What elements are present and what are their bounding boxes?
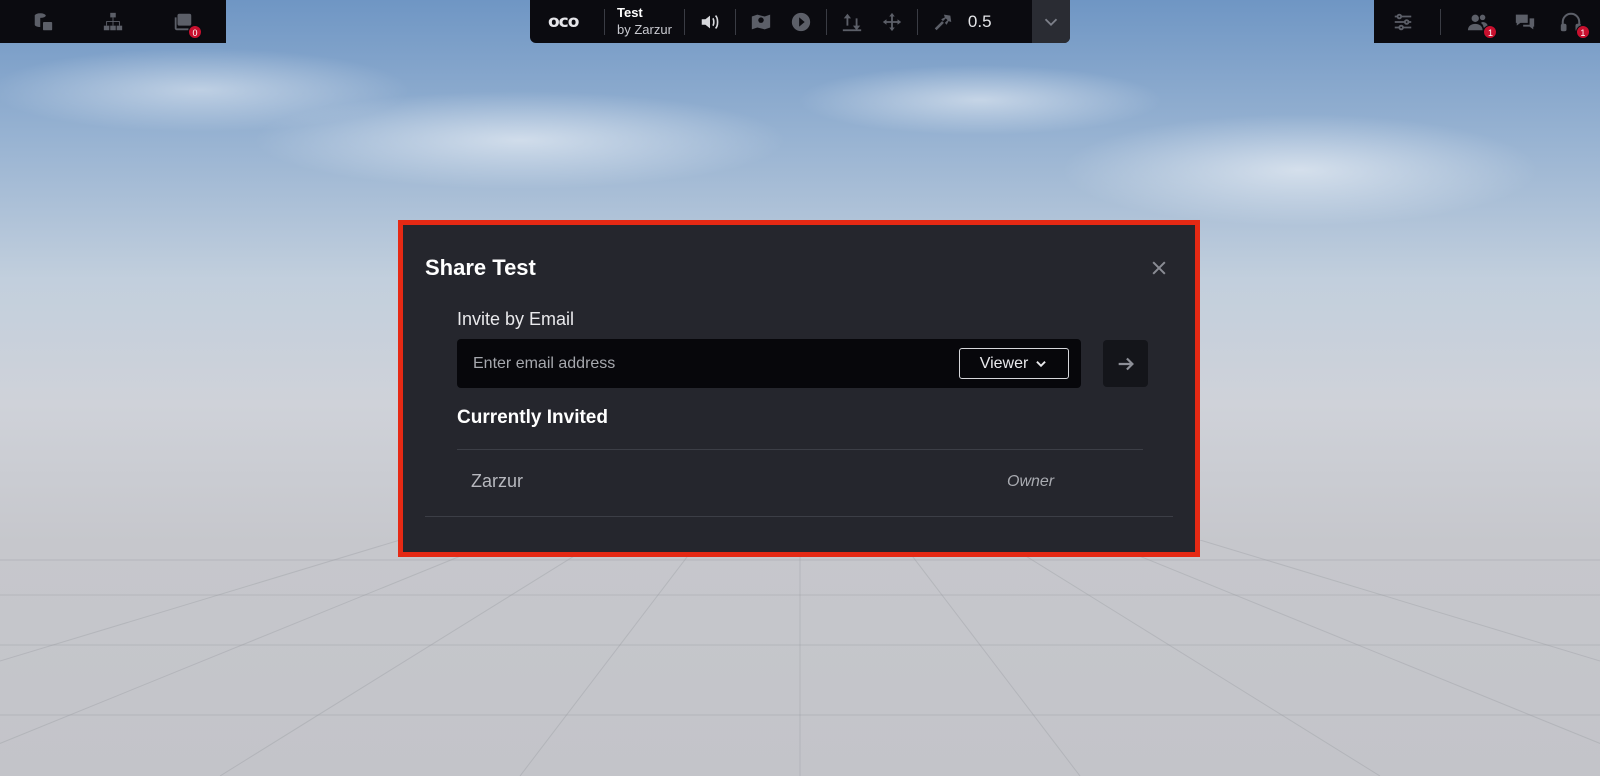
- modal-title: Share Test: [425, 255, 536, 280]
- layers-icon[interactable]: 0: [170, 9, 202, 39]
- users-count-badge: 1: [1483, 24, 1498, 39]
- invitee-role: Owner: [1007, 473, 1055, 490]
- role-select[interactable]: Viewer: [959, 348, 1069, 379]
- chevron-down-icon: [1038, 9, 1064, 35]
- fly-speed-value: 0.5: [967, 11, 992, 31]
- floor-grid: [0, 540, 1600, 776]
- divider-line: [425, 516, 1173, 517]
- toolbar-divider: [1440, 8, 1442, 35]
- settings-sliders-icon[interactable]: [1390, 9, 1416, 35]
- currently-invited-heading: Currently Invited: [457, 407, 608, 428]
- scene-author: by Zarzur: [617, 21, 672, 37]
- email-input-container: Viewer: [457, 339, 1081, 388]
- volume-icon[interactable]: [697, 9, 723, 35]
- invite-by-email-label: Invite by Email: [457, 309, 575, 329]
- hierarchy-icon[interactable]: [100, 9, 126, 35]
- app-logo[interactable]: oco: [548, 12, 592, 32]
- move-icon[interactable]: [879, 9, 905, 35]
- send-invite-button[interactable]: [1103, 340, 1148, 387]
- scene-title-block: Test by Zarzur: [617, 5, 672, 38]
- arrow-right-icon: [1115, 353, 1137, 375]
- invitee-name: Zarzur: [471, 471, 524, 491]
- headphones-icon[interactable]: 1: [1558, 9, 1590, 39]
- toolbar-dropdown-button[interactable]: [1032, 0, 1070, 43]
- toolbar-divider: [916, 8, 918, 35]
- share-modal: Share Test Invite by Email Viewer Curren…: [398, 220, 1200, 557]
- divider-line: [457, 449, 1143, 450]
- vertical-move-icon[interactable]: [839, 9, 865, 35]
- fly-speed-icon[interactable]: [930, 9, 956, 35]
- right-toolbar: 1 1: [1374, 0, 1600, 43]
- toolbar-divider: [825, 8, 827, 35]
- play-icon[interactable]: [788, 9, 814, 35]
- center-toolbar: oco Test by Zarzur 0.5: [530, 0, 1070, 43]
- role-select-value: Viewer: [979, 354, 1029, 372]
- scene-title: Test: [617, 5, 643, 21]
- map-icon[interactable]: [748, 9, 774, 35]
- layers-count-badge: 0: [188, 24, 202, 39]
- close-icon: [1149, 258, 1169, 278]
- left-toolbar: 0: [0, 0, 226, 43]
- toolbar-divider: [604, 8, 605, 35]
- scene-assets-icon[interactable]: [30, 9, 56, 35]
- close-button[interactable]: [1147, 256, 1171, 280]
- chat-icon[interactable]: [1512, 9, 1538, 35]
- audio-count-badge: 1: [1575, 24, 1590, 39]
- chevron-down-icon: [1034, 357, 1048, 371]
- users-icon[interactable]: 1: [1465, 9, 1498, 39]
- toolbar-divider: [734, 8, 736, 35]
- toolbar-divider: [683, 8, 685, 35]
- email-input[interactable]: [457, 339, 947, 388]
